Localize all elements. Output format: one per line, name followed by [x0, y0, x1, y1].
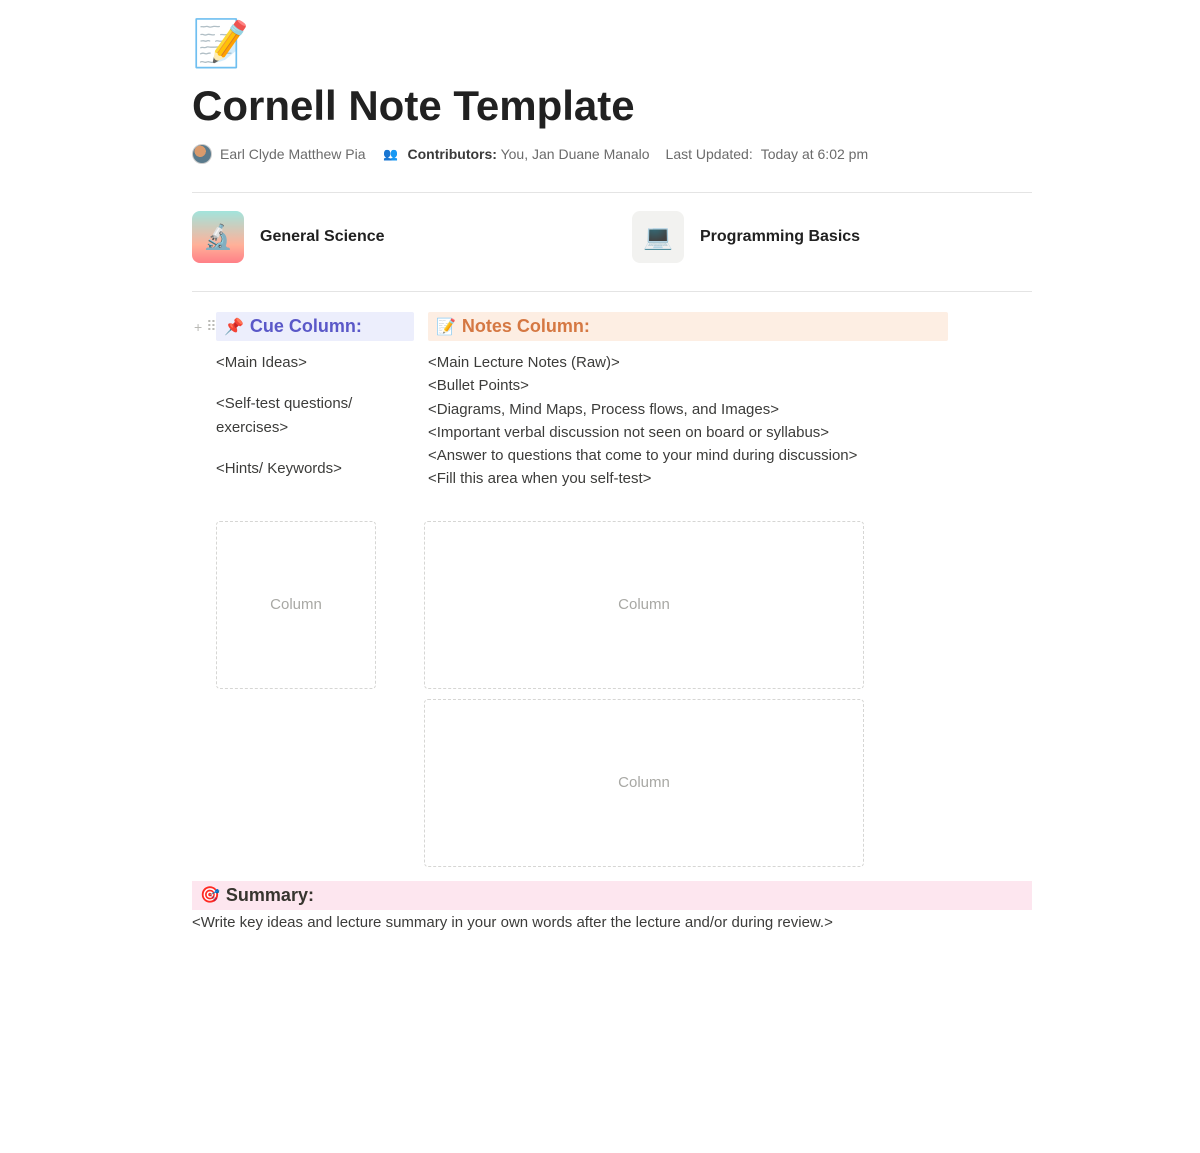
notes-item[interactable]: <Diagrams, Mind Maps, Process flows, and… [428, 398, 948, 421]
divider [192, 192, 1032, 193]
notes-column[interactable]: 📝 Notes Column: <Main Lecture Notes (Raw… [428, 312, 948, 491]
cue-heading[interactable]: 📌 Cue Column: [216, 312, 414, 341]
laptop-icon: 💻 [643, 223, 673, 252]
drag-handle-icon[interactable]: ⠿ [206, 318, 216, 335]
card-thumb: 🔬 [192, 211, 244, 263]
cue-column[interactable]: 📌 Cue Column: <Main Ideas> <Self-test qu… [216, 312, 414, 491]
linked-pages-row: 🔬 General Science 💻 Programming Basics [192, 211, 1032, 263]
card-title: General Science [260, 228, 385, 246]
meta-row: Earl Clyde Matthew Pia 👥 Contributors: Y… [192, 144, 1032, 164]
notes-item[interactable]: <Bullet Points> [428, 374, 948, 397]
summary-heading[interactable]: 🎯 Summary: [192, 881, 1032, 910]
contributors-label: Contributors: [408, 146, 497, 162]
summary-heading-text: Summary: [226, 885, 314, 906]
block-gutter: + ⠿ [194, 318, 216, 335]
author-name: Earl Clyde Matthew Pia [220, 146, 366, 162]
author-chip[interactable]: Earl Clyde Matthew Pia [192, 144, 366, 164]
last-updated-chip: Last Updated: Today at 6:02 pm [666, 146, 869, 162]
summary-body[interactable]: <Write key ideas and lecture summary in … [192, 910, 1032, 935]
contributors-value: You, Jan Duane Manalo [501, 146, 650, 162]
notes-heading[interactable]: 📝 Notes Column: [428, 312, 948, 341]
cue-item[interactable]: <Self-test questions/ exercises> [216, 392, 414, 439]
empty-column-placeholder[interactable]: Column [424, 521, 864, 689]
notes-item[interactable]: <Main Lecture Notes (Raw)> [428, 351, 948, 374]
add-block-button[interactable]: + [194, 319, 202, 335]
card-title: Programming Basics [700, 228, 860, 246]
avatar [192, 144, 212, 164]
notes-items[interactable]: <Main Lecture Notes (Raw)> <Bullet Point… [428, 351, 948, 491]
contributors-chip[interactable]: 👥 Contributors: You, Jan Duane Manalo [382, 145, 650, 163]
cue-item[interactable]: <Hints/ Keywords> [216, 457, 414, 480]
empty-column-placeholder[interactable]: Column [424, 699, 864, 867]
page-title[interactable]: Cornell Note Template [192, 82, 1032, 130]
notes-heading-text: Notes Column: [462, 316, 590, 337]
cue-items[interactable]: <Main Ideas> <Self-test questions/ exerc… [216, 351, 414, 480]
target-icon: 🎯 [200, 885, 220, 905]
notes-item[interactable]: <Important verbal discussion not seen on… [428, 421, 948, 444]
last-updated-label: Last Updated: [666, 146, 753, 162]
linked-page-card[interactable]: 🔬 General Science [192, 211, 532, 263]
science-icon: 🔬 [203, 223, 233, 252]
divider [192, 291, 1032, 292]
card-thumb: 💻 [632, 211, 684, 263]
page-icon[interactable]: 📝 [192, 20, 1032, 66]
cue-heading-text: Cue Column: [250, 316, 362, 337]
empty-column-placeholder[interactable]: Column [216, 521, 376, 689]
memo-icon: 📝 [436, 317, 456, 337]
linked-page-card[interactable]: 💻 Programming Basics [632, 211, 972, 263]
notes-item[interactable]: <Answer to questions that come to your m… [428, 444, 948, 467]
people-icon: 👥 [382, 145, 400, 163]
notes-item[interactable]: <Fill this area when you self-test> [428, 467, 948, 490]
cue-item[interactable]: <Main Ideas> [216, 351, 414, 374]
pin-icon: 📌 [224, 317, 244, 337]
last-updated-value: Today at 6:02 pm [761, 146, 868, 162]
